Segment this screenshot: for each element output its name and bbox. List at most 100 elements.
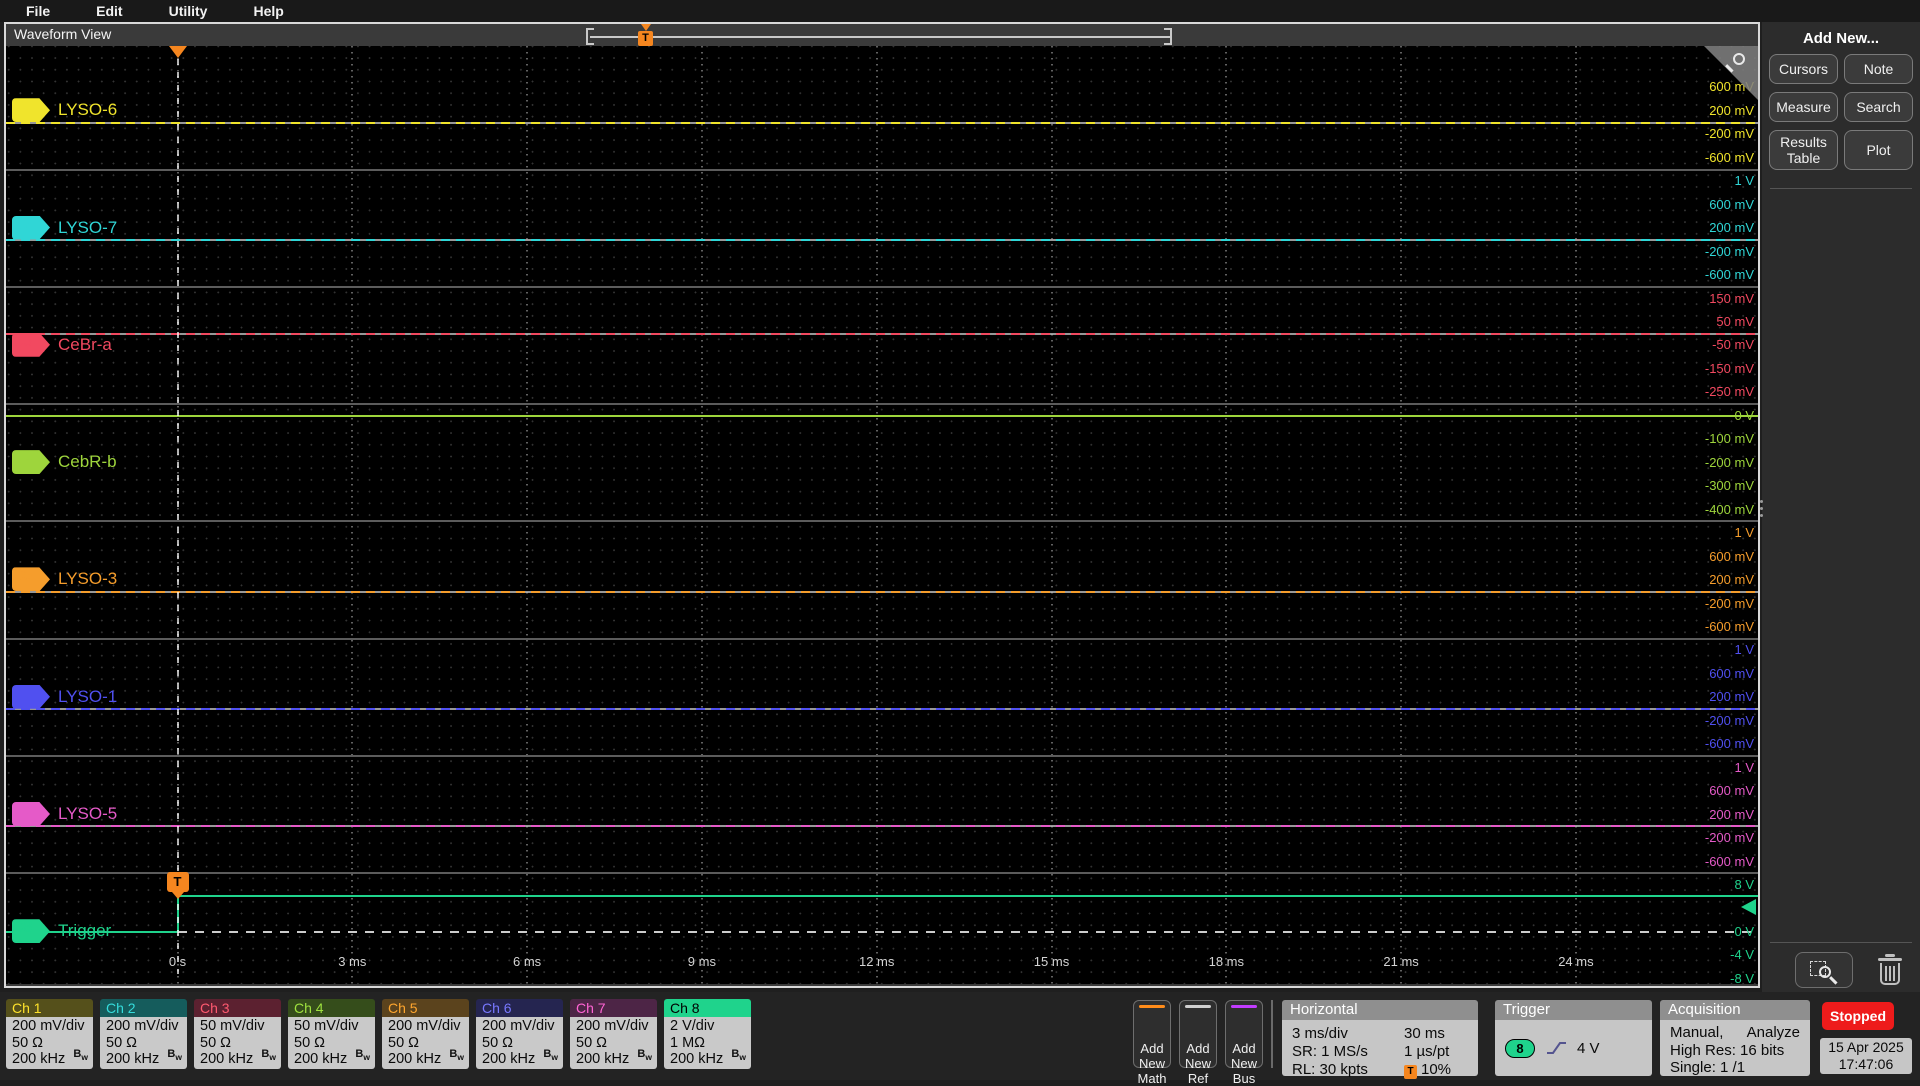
channel-badge-ch6[interactable]: Ch 6200 mV/div50 Ω200 kHzBw [476,999,563,1069]
waveform-trace-c5 [6,591,1758,593]
waveform-plot[interactable]: 0 s3 ms6 ms9 ms12 ms15 ms18 ms21 ms24 ms… [6,46,1758,984]
channel-name-c2: LYSO-7 [58,217,117,239]
channel-badge-ch7[interactable]: Ch 7200 mV/div50 Ω200 kHzBw [570,999,657,1069]
cursors-button[interactable]: Cursors [1769,54,1838,84]
channel-badge-ch3[interactable]: Ch 350 mV/div50 Ω200 kHzBw [194,999,281,1069]
corner-zoom-triangle [1704,46,1758,100]
channel-badge-body: 200 mV/div50 Ω200 kHzBw [100,1017,187,1069]
scale-label: -200 mV [1705,455,1754,471]
search-button[interactable]: Search [1844,92,1913,122]
time-axis-label: 15 ms [1012,954,1092,969]
scale-label: 8 V [1734,877,1754,893]
channel-badge-ch5[interactable]: Ch 5200 mV/div50 Ω200 kHzBw [382,999,469,1069]
trigger-t-badge-icon[interactable]: T [167,872,189,892]
channel-setting: 200 mV/div [106,1018,187,1035]
channel-badge-ch4[interactable]: Ch 450 mV/div50 Ω200 kHzBw [288,999,375,1069]
corner-zoom-icon[interactable] [1704,46,1758,100]
channel-name-c5: LYSO-3 [58,568,117,590]
add-new-title: Add New... [1762,22,1920,47]
scale-label: -200 mV [1705,830,1754,846]
scale-label: -600 mV [1705,736,1754,752]
panel-drag-handle[interactable] [1757,496,1765,530]
pretrigger-t-icon: T [1404,1065,1417,1079]
channel-badge-body: 50 mV/div50 Ω200 kHzBw [194,1017,281,1069]
trigger-position-caret-icon[interactable] [169,46,187,58]
channel-name-c6: LYSO-1 [58,686,117,708]
ref-accent [1185,1005,1211,1008]
trash-ridge [1885,966,1887,981]
trigger-title: Trigger [1495,1000,1652,1020]
trigger-position-line[interactable] [177,46,179,974]
channel-setting: 200 mV/div [388,1018,469,1035]
add-new-panel: Add New... Cursors Note Measure Search R… [1762,22,1920,992]
trash-handle [1885,954,1895,957]
channel-chip-c8[interactable]: C8 [12,919,50,943]
trash-icon[interactable] [1872,952,1908,988]
trigger-t-badge-pointer [172,892,184,899]
menu-file[interactable]: File [26,3,50,19]
note-button[interactable]: Note [1844,54,1913,84]
trigger-badge[interactable]: Trigger 8 4 V [1495,1000,1652,1076]
run-stop-status-button[interactable]: Stopped [1822,1002,1894,1030]
bandwidth-limit-indicator: Bw [543,1046,558,1066]
scale-label: -150 mV [1705,361,1754,377]
minimap-trigger-icon[interactable]: T [638,31,653,46]
bottom-settings-bar: Ch 1200 mV/div50 Ω200 kHzBwCh 2200 mV/di… [0,992,1920,1080]
channel-chip-label: C7 [12,802,50,820]
measure-button[interactable]: Measure [1769,92,1838,122]
scale-label: -250 mV [1705,384,1754,400]
channel-divider [6,872,1758,874]
scale-label: 200 mV [1709,807,1754,823]
math-accent [1139,1005,1165,1008]
channel-divider [6,520,1758,522]
channel-chip-c4[interactable]: C4 [12,450,50,474]
record-view-left-bracket-bottom [586,43,594,45]
bandwidth-limit-indicator: Bw [637,1046,652,1066]
menu-help[interactable]: Help [253,3,283,19]
channel-chip-c5[interactable]: C5 [12,567,50,591]
bandwidth-limit-indicator: Bw [449,1046,464,1066]
channel-chip-c6[interactable]: C6 [12,685,50,709]
channel-chip-c3[interactable]: C3 [12,333,50,357]
channel-badge-body: 2 V/div1 MΩ200 kHzBw [664,1017,751,1069]
vertical-gridline [1575,46,1577,984]
horizontal-badge[interactable]: Horizontal 3 ms/div 30 ms SR: 1 MS/s 1 µ… [1282,1000,1478,1076]
add-new-math-button[interactable]: Add New Math [1133,1000,1171,1068]
bandwidth-limit-indicator: Bw [73,1046,88,1066]
plot-button[interactable]: Plot [1844,130,1913,170]
menu-utility[interactable]: Utility [169,3,208,19]
add-new-ref-button[interactable]: Add New Ref [1179,1000,1217,1068]
channel-badge-ch2[interactable]: Ch 2200 mV/div50 Ω200 kHzBw [100,999,187,1069]
time-axis-label: 3 ms [312,954,392,969]
bottombar-divider [1271,1000,1273,1068]
scale-label: 1 V [1734,525,1754,541]
menu-edit[interactable]: Edit [96,3,122,19]
add-new-bus-button[interactable]: Add New Bus [1225,1000,1263,1068]
box-zoom-button[interactable] [1795,952,1853,988]
record-view-left-bracket-top [586,28,594,30]
results-table-button[interactable]: Results Table [1769,130,1838,170]
scale-label: 150 mV [1709,291,1754,307]
bandwidth-limit-indicator: Bw [731,1046,746,1066]
waveform-trace-c3 [6,333,1758,335]
trigger-level-arrow-icon[interactable] [1741,899,1756,915]
vertical-gridline [876,46,878,984]
channel-chip-label: C3 [12,333,50,351]
channel-badge-ch1[interactable]: Ch 1200 mV/div50 Ω200 kHzBw [6,999,93,1069]
channel-chip-c7[interactable]: C7 [12,802,50,826]
channel-name-c1: LYSO-6 [58,99,117,121]
acquisition-badge[interactable]: Acquisition Manual, Analyze High Res: 16… [1660,1000,1810,1076]
scale-label: 200 mV [1709,689,1754,705]
bandwidth-limit-indicator: Bw [355,1046,370,1066]
acquisition-highres: High Res: 16 bits [1670,1042,1800,1060]
vertical-gridline [351,46,353,984]
channel-chip-c1[interactable]: C1 [12,98,50,122]
scale-label: -600 mV [1705,619,1754,635]
channel-divider [6,638,1758,640]
channel-badge-header: Ch 4 [288,999,375,1017]
channel-badge-ch8[interactable]: Ch 82 V/div1 MΩ200 kHzBw [664,999,751,1069]
scale-label: 200 mV [1709,103,1754,119]
channel-setting: 200 mV/div [482,1018,563,1035]
scale-label: 50 mV [1716,314,1754,330]
channel-chip-c2[interactable]: C2 [12,216,50,240]
